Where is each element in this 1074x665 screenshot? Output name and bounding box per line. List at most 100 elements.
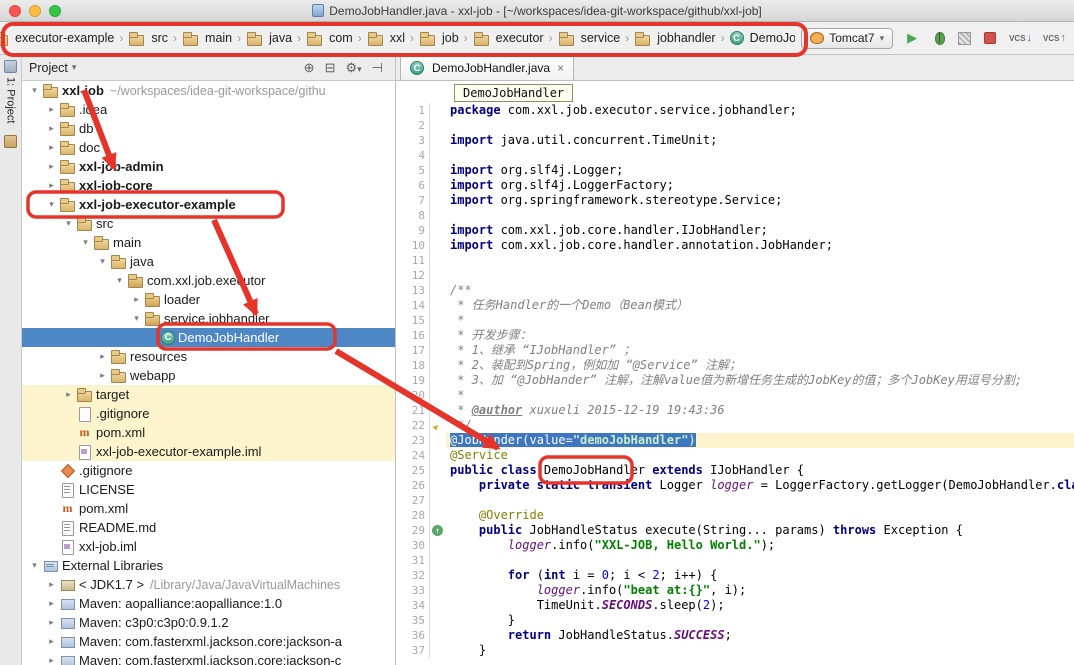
tree-item-maven-com.fasterxml.jackson.core-jackson-c[interactable]: ▸Maven: com.fasterxml.jackson.core:jacks… [22,651,395,665]
hide-panel-icon[interactable]: ⊣ [367,60,388,76]
code-line-36[interactable]: 36 return JobHandleStatus.SUCCESS; [396,628,1074,643]
tree-item-target[interactable]: ▸target [22,385,395,404]
code-line-19[interactable]: 19 * 3、加 “@JobHander” 注解，注解value值为新增任务生成… [396,373,1074,388]
tree-item-.gitignore[interactable]: .gitignore [22,461,395,480]
code-line-22[interactable]: 22▲ */ [396,418,1074,433]
breadcrumb-item-executor-example[interactable]: executor-example [0,29,116,48]
line-number[interactable]: 17 [396,343,430,358]
code-line-8[interactable]: 8 [396,208,1074,223]
secondary-tool-window-icon[interactable] [4,135,17,148]
collapse-arrow-icon[interactable]: ▾ [44,199,59,210]
line-number[interactable]: 3 [396,133,430,148]
expand-arrow-icon[interactable]: ▸ [44,636,59,647]
tree-item-db[interactable]: ▸db [22,119,395,138]
chevron-down-icon[interactable]: ▾ [72,62,77,73]
code-line-10[interactable]: 10import com.xxl.job.core.handler.annota… [396,238,1074,253]
minimize-window-button[interactable] [29,5,41,17]
code-line-37[interactable]: 37 } [396,643,1074,658]
line-number[interactable]: 29 [396,523,430,538]
code-line-2[interactable]: 2 [396,118,1074,133]
breadcrumb-item-executor[interactable]: executor [471,29,546,48]
code-line-15[interactable]: 15 * [396,313,1074,328]
line-number[interactable]: 27 [396,493,430,508]
breadcrumb-item-service[interactable]: service [556,29,623,48]
code-line-6[interactable]: 6import org.slf4j.LoggerFactory; [396,178,1074,193]
breadcrumb-item-xxl[interactable]: xxl [365,29,407,48]
code-line-7[interactable]: 7import org.springframework.stereotype.S… [396,193,1074,208]
line-number[interactable]: 30 [396,538,430,553]
expand-arrow-icon[interactable]: ▸ [44,161,59,172]
tree-item-xxl-job.iml[interactable]: xxl-job.iml [22,537,395,556]
line-number[interactable]: 14 [396,298,430,313]
collapse-arrow-icon[interactable]: ▾ [27,85,42,96]
code-line-5[interactable]: 5import org.slf4j.Logger; [396,163,1074,178]
code-line-32[interactable]: 32 for (int i = 0; i < 2; i++) { [396,568,1074,583]
collapse-arrow-icon[interactable]: ▾ [112,275,127,286]
code-line-23[interactable]: 23@JobHander(value="demoJobHandler") [396,433,1074,448]
line-number[interactable]: 13 [396,283,430,298]
line-number[interactable]: 11 [396,253,430,268]
line-number[interactable]: 35 [396,613,430,628]
code-line-17[interactable]: 17 * 1、继承 “IJobHandler” ； [396,343,1074,358]
code-line-3[interactable]: 3import java.util.concurrent.TimeUnit; [396,133,1074,148]
tree-item-maven-aopalliance-aopalliance-1.0[interactable]: ▸Maven: aopalliance:aopalliance:1.0 [22,594,395,613]
line-number[interactable]: 6 [396,178,430,193]
code-line-4[interactable]: 4 [396,148,1074,163]
collapse-arrow-icon[interactable]: ▾ [95,256,110,267]
tree-item-xxl-job-core[interactable]: ▸xxl-job-core [22,176,395,195]
project-panel-title[interactable]: Project [29,61,68,75]
tree-item-xxl-job-admin[interactable]: ▸xxl-job-admin [22,157,395,176]
line-number[interactable]: 4 [396,148,430,163]
line-number[interactable]: 18 [396,358,430,373]
code-line-16[interactable]: 16 * 开发步骤： [396,328,1074,343]
breadcrumb-item-jobhandler[interactable]: jobhandler [632,29,717,48]
tree-item-resources[interactable]: ▸resources [22,347,395,366]
tree-item-com.xxl.job.executor[interactable]: ▾com.xxl.job.executor [22,271,395,290]
tree-item-pom.xml[interactable]: mpom.xml [22,499,395,518]
line-number[interactable]: 33 [396,583,430,598]
line-number[interactable]: 22 [396,418,430,433]
line-number[interactable]: 7 [396,193,430,208]
line-number[interactable]: 37 [396,643,430,658]
collapse-arrow-icon[interactable]: ▾ [61,218,76,229]
code-line-21[interactable]: 21 * @author xuxueli 2015-12-19 19:43:36 [396,403,1074,418]
tree-item-webapp[interactable]: ▸webapp [22,366,395,385]
line-number[interactable]: 8 [396,208,430,223]
expand-arrow-icon[interactable]: ▸ [44,104,59,115]
expand-arrow-icon[interactable]: ▸ [44,617,59,628]
expand-arrow-icon[interactable]: ▸ [44,655,59,665]
coverage-button[interactable] [958,32,971,45]
tree-item-maven-com.fasterxml.jackson.core-jackson-a[interactable]: ▸Maven: com.fasterxml.jackson.core:jacks… [22,632,395,651]
project-tool-window-button[interactable]: 1: Project [0,55,21,123]
collapse-arrow-icon[interactable]: ▾ [78,237,93,248]
line-number[interactable]: 19 [396,373,430,388]
tree-item-external-libraries[interactable]: ▾External Libraries [22,556,395,575]
code-line-11[interactable]: 11 [396,253,1074,268]
vcs-update-button[interactable]: VCS↓ [1009,32,1032,44]
breadcrumb-item-job[interactable]: job [417,29,461,48]
code-line-28[interactable]: 28 @Override [396,508,1074,523]
vcs-commit-button[interactable]: VCS↑ [1043,32,1066,44]
line-number[interactable]: 26 [396,478,430,493]
line-number[interactable]: 34 [396,598,430,613]
line-number[interactable]: 25 [396,463,430,478]
code-line-35[interactable]: 35 } [396,613,1074,628]
code-line-1[interactable]: 1package com.xxl.job.executor.service.jo… [396,103,1074,118]
line-number[interactable]: 10 [396,238,430,253]
code-line-27[interactable]: 27 [396,493,1074,508]
tree-item-xxl-job-executor-example.iml[interactable]: xxl-job-executor-example.iml [22,442,395,461]
expand-arrow-icon[interactable]: ▸ [44,123,59,134]
settings-gear-icon[interactable]: ⚙▾ [340,60,366,76]
expand-arrow-icon[interactable]: ▸ [95,351,110,362]
breadcrumb-item-src[interactable]: src [126,29,170,48]
line-number[interactable]: 2 [396,118,430,133]
code-line-20[interactable]: 20 * [396,388,1074,403]
tree-item-src[interactable]: ▾src [22,214,395,233]
tree-item-java[interactable]: ▾java [22,252,395,271]
tree-item-loader[interactable]: ▸loader [22,290,395,309]
line-number[interactable]: 20 [396,388,430,403]
line-number[interactable]: 23 [396,433,430,448]
tab-demojobhandler-java[interactable]: C DemoJobHandler.java × [400,55,574,80]
tree-item-.gitignore[interactable]: .gitignore [22,404,395,423]
expand-arrow-icon[interactable]: ▸ [44,579,59,590]
